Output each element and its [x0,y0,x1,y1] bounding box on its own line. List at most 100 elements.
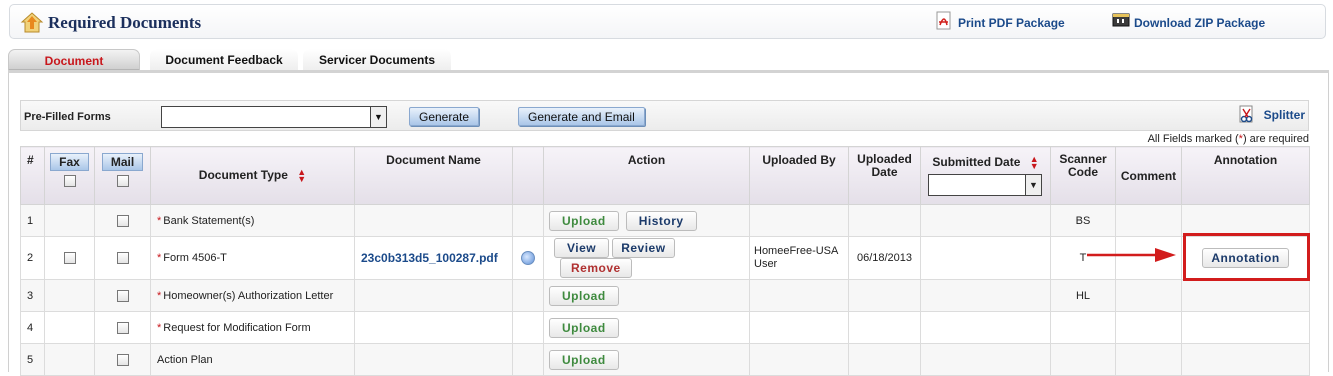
history-button[interactable]: History [625,210,697,231]
submitted-date-cell [920,236,1051,280]
prefilled-forms-select[interactable]: ▼ [161,106,387,128]
document-file-link[interactable]: 23c0b313d5_100287.pdf [361,251,498,265]
remove-button[interactable]: Remove [560,258,632,278]
view-button[interactable]: View [554,238,610,258]
fax-cell [44,279,95,312]
col-header-uploaded-date: Uploaded Date [848,146,921,205]
dropdown-arrow-icon[interactable]: ▼ [1025,174,1041,195]
row-number: 2 [20,236,45,280]
fax-checkbox[interactable] [63,252,76,265]
annotation-cell [1181,343,1310,376]
splitter-button[interactable]: Splitter [1238,105,1305,128]
mail-checkbox[interactable] [116,214,129,227]
required-star: * [157,321,162,334]
col-header-num: # [20,146,45,205]
house-up-arrow-icon [19,9,45,38]
uploaded-by-cell [749,279,849,312]
required-star: * [157,289,162,302]
col-header-annotation: Annotation [1181,146,1310,205]
submitted-date-header-label: Submitted Date [932,155,1021,169]
required-star: * [157,252,162,264]
table-row: 3 * Homeowner(s) Authorization Letter Upl… [20,279,1310,312]
mail-cell [94,343,151,376]
scanner-code-cell: BS [1050,204,1116,237]
row-number: 5 [20,343,45,376]
annotation-highlight-box [1183,233,1310,281]
fax-header-button[interactable]: Fax [50,153,89,171]
fax-cell [44,311,95,344]
uploaded-by-line2: User [754,258,778,270]
mail-select-all-checkbox[interactable] [116,175,129,187]
row-number: 4 [20,311,45,344]
required-star: * [157,214,162,227]
document-type-cell: Action Plan [150,343,355,376]
sort-arrows-icon[interactable]: ▲ ▼ [1030,154,1039,170]
uploaded-date-header-line2: Date [871,165,898,179]
mail-header-button[interactable]: Mail [101,153,144,171]
mail-checkbox[interactable] [116,289,129,302]
sort-arrows-icon[interactable]: ▲ ▼ [297,167,306,183]
document-type-cell: * Form 4506-T [150,236,355,280]
document-type-label: Homeowner(s) Authorization Letter [163,289,334,302]
table-header-row: # Fax Mail Document Type ▲ ▼ Document Nam… [20,146,1310,205]
comment-cell [1115,343,1182,376]
uploaded-by-line1: HomeeFree-USA [754,245,839,257]
action-cell: Upload [543,279,750,312]
comment-cell [1115,311,1182,344]
print-pdf-package-link[interactable]: Print PDF Package [958,16,1065,30]
action-cell: Upload History [543,204,750,237]
table-row: 1 * Bank Statement(s) Upload History BS [20,204,1310,237]
col-header-document-type[interactable]: Document Type ▲ ▼ [150,146,355,205]
dropdown-arrow-icon[interactable]: ▼ [370,107,386,127]
uploaded-date-cell: 06/18/2013 [848,236,921,280]
mail-cell [94,204,151,237]
required-note-suffix: ) are required [1242,133,1309,145]
prefilled-forms-label: Pre-Filled Forms [24,111,111,123]
mail-cell [94,236,151,280]
radio-cell [512,204,544,237]
document-type-label: Bank Statement(s) [163,214,255,227]
comment-cell [1115,279,1182,312]
document-name-cell [354,311,513,344]
col-header-blank [512,146,544,205]
col-header-action: Action [543,146,750,205]
upload-button[interactable]: Upload [549,317,619,338]
annotation-cell [1181,311,1310,344]
document-type-label: Form 4506-T [163,252,227,264]
col-header-comment: Comment [1115,146,1182,205]
submitted-date-cell [920,204,1051,237]
generate-button[interactable]: Generate [409,107,480,126]
mail-cell [94,279,151,312]
comment-cell [1115,204,1182,237]
generate-and-email-button[interactable]: Generate and Email [518,107,645,126]
col-header-fax: Fax [44,146,95,205]
scanner-code-cell [1050,343,1116,376]
table-row: 5 Action Plan Upload [20,343,1310,376]
scanner-code-header-line1: Scanner [1059,152,1107,166]
mail-checkbox[interactable] [116,353,129,366]
annotation-cell [1181,204,1310,237]
zip-archive-icon [1112,11,1130,32]
uploaded-date-header-line1: Uploaded [857,152,912,166]
pdf-icon [935,11,953,34]
download-zip-package-link[interactable]: Download ZIP Package [1134,16,1265,30]
upload-button[interactable]: Upload [549,349,619,370]
document-name-cell [354,343,513,376]
uploaded-by-cell [749,311,849,344]
upload-button[interactable]: Upload [549,285,619,306]
mail-checkbox[interactable] [116,252,129,265]
document-type-cell: * Homeowner(s) Authorization Letter [150,279,355,312]
row-number: 1 [20,204,45,237]
mail-checkbox[interactable] [116,321,129,334]
uploaded-date-cell [848,343,921,376]
fax-select-all-checkbox[interactable] [63,175,76,187]
scanner-code-header-line2: Code [1068,165,1098,179]
uploaded-by-cell [749,204,849,237]
submitted-date-cell [920,343,1051,376]
upload-button[interactable]: Upload [549,210,619,231]
splitter-label: Splitter [1263,108,1305,122]
review-button[interactable]: Review [612,238,675,258]
document-select-radio[interactable] [521,251,535,265]
uploaded-by-cell: HomeeFree-USA User [749,236,849,280]
submitted-date-filter-select[interactable]: ▼ [928,173,1042,196]
